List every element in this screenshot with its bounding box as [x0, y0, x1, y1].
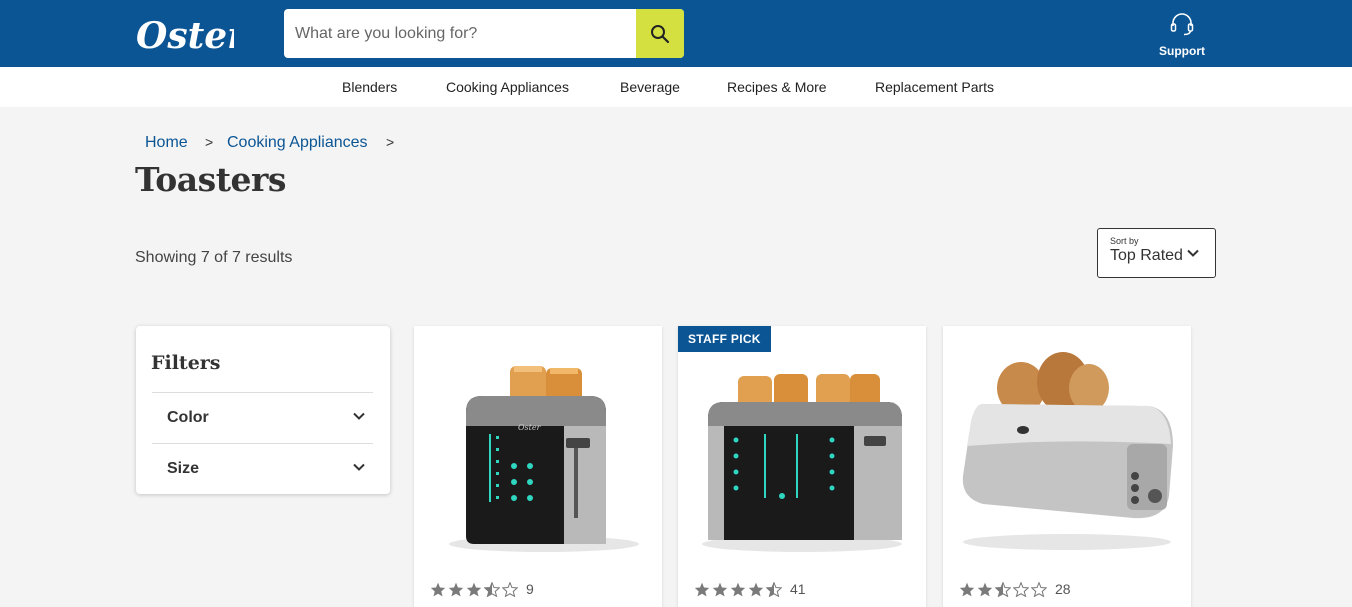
page-title: Toasters [135, 160, 286, 199]
nav-item-recipes-more[interactable]: Recipes & More [727, 79, 827, 95]
product-rating: 9 [430, 581, 534, 597]
star-half-icon [995, 581, 1011, 597]
star-full-icon [448, 582, 464, 596]
star-empty-icon [502, 581, 518, 597]
filter-color[interactable]: Color [152, 392, 373, 443]
search-input[interactable] [284, 9, 636, 58]
sort-label: Sort by [1110, 236, 1139, 246]
star-rating [694, 581, 784, 597]
product-card[interactable]: 28 [943, 326, 1191, 607]
star-full-icon [712, 582, 728, 596]
product-image[interactable] [943, 326, 1191, 566]
chevron-down-icon [353, 463, 365, 471]
star-full-icon [977, 582, 993, 596]
support-label: Support [1159, 44, 1205, 58]
product-image[interactable]: Oster [414, 326, 662, 566]
site-header: Oster Support [0, 0, 1352, 67]
review-count[interactable]: 41 [790, 581, 806, 597]
product-card[interactable]: Oster 9 [414, 326, 662, 607]
nav-item-beverage[interactable]: Beverage [620, 79, 680, 95]
nav-item-replacement-parts[interactable]: Replacement Parts [875, 79, 994, 95]
support-link[interactable]: Support [1154, 12, 1210, 58]
search-button[interactable] [636, 9, 684, 58]
star-full-icon [730, 582, 746, 596]
breadcrumb-cooking-appliances[interactable]: Cooking Appliances [227, 134, 368, 152]
star-empty-icon [1031, 581, 1047, 597]
star-full-icon [430, 582, 446, 596]
breadcrumb-home[interactable]: Home [145, 134, 188, 152]
review-count[interactable]: 28 [1055, 581, 1071, 597]
star-full-icon [466, 582, 482, 596]
breadcrumb-separator: > [386, 134, 395, 150]
review-count[interactable]: 9 [526, 581, 534, 597]
filters-title: Filters [151, 352, 221, 374]
star-half-icon [484, 581, 500, 597]
product-card[interactable]: STAFF PICK 41 [678, 326, 926, 607]
logo-text: Oster [136, 15, 234, 56]
breadcrumb-separator: > [205, 134, 214, 150]
search-bar [284, 9, 684, 58]
star-empty-icon [1013, 581, 1029, 597]
nav-item-cooking-appliances[interactable]: Cooking Appliances [446, 79, 569, 95]
filter-size[interactable]: Size [152, 443, 373, 494]
svg-text:Oster: Oster [518, 423, 542, 432]
sort-dropdown[interactable]: Sort by Top Rated [1097, 228, 1216, 278]
headset-icon [1170, 13, 1194, 36]
staff-pick-badge: STAFF PICK [678, 326, 771, 352]
star-full-icon [748, 582, 764, 596]
filter-label: Size [167, 460, 200, 477]
product-rating: 41 [694, 581, 806, 597]
results-count: Showing 7 of 7 results [135, 249, 293, 266]
star-rating [959, 581, 1049, 597]
star-half-icon [766, 581, 782, 597]
search-icon [651, 24, 670, 43]
nav-item-blenders[interactable]: Blenders [342, 79, 397, 95]
star-rating [430, 581, 520, 597]
star-full-icon [694, 582, 710, 596]
filter-label: Color [167, 409, 209, 426]
chevron-down-icon [353, 412, 365, 420]
product-image[interactable] [678, 326, 926, 566]
oster-logo[interactable]: Oster [134, 10, 234, 56]
filters-panel: Filters Color Size [136, 326, 390, 494]
star-full-icon [959, 582, 975, 596]
main-nav: Blenders Cooking Appliances Beverage Rec… [0, 67, 1352, 107]
sort-value: Top Rated [1110, 247, 1183, 264]
chevron-down-icon [1187, 249, 1199, 257]
product-rating: 28 [959, 581, 1071, 597]
